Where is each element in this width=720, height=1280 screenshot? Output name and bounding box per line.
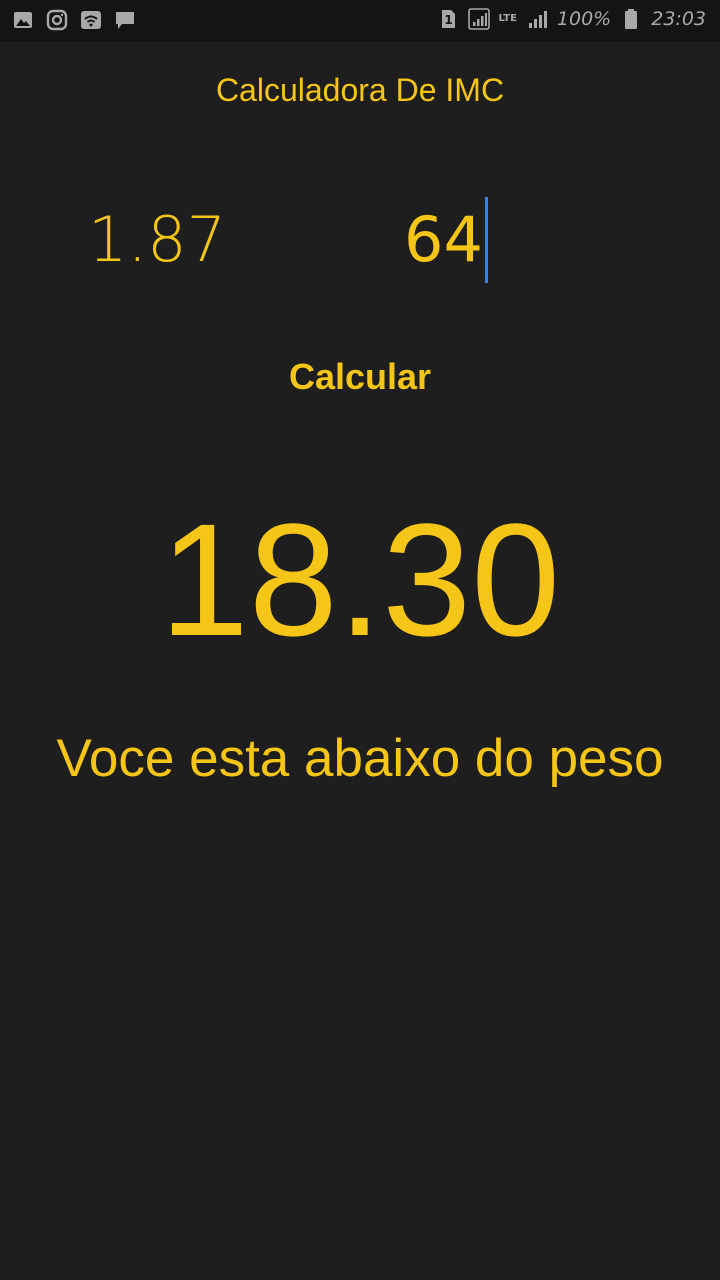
- battery-icon: [620, 8, 642, 30]
- gallery-icon: [12, 9, 34, 31]
- weight-input-value: 64: [404, 203, 483, 276]
- screen: 1 LTE 100% 23:03 Calculadora De IMC 64 C…: [0, 0, 720, 1280]
- weight-input[interactable]: 64: [404, 195, 488, 285]
- sim-label: 1: [444, 13, 452, 27]
- bmi-result: 18.30: [159, 490, 561, 669]
- bmi-message: Voce esta abaixo do peso: [56, 729, 664, 788]
- page-title: Calculadora De IMC: [215, 72, 505, 108]
- status-bar-system: 1 LTE 100% 23:03: [437, 8, 706, 30]
- text-caret: [484, 197, 488, 283]
- lte-signal-icon: [526, 8, 548, 30]
- battery-percent: 100%: [556, 8, 612, 30]
- height-input[interactable]: [88, 195, 288, 285]
- status-bar-notifications: [12, 9, 136, 31]
- calculate-button[interactable]: Calcular: [240, 345, 480, 409]
- signal-icon: [467, 8, 490, 30]
- lte-label: LTE: [498, 13, 517, 24]
- sim-icon: 1: [437, 8, 459, 30]
- clock: 23:03: [651, 8, 706, 30]
- status-bar: 1 LTE 100% 23:03: [0, 0, 720, 42]
- wifi-icon: [80, 9, 102, 31]
- instagram-icon: [46, 9, 68, 31]
- message-icon: [114, 9, 136, 31]
